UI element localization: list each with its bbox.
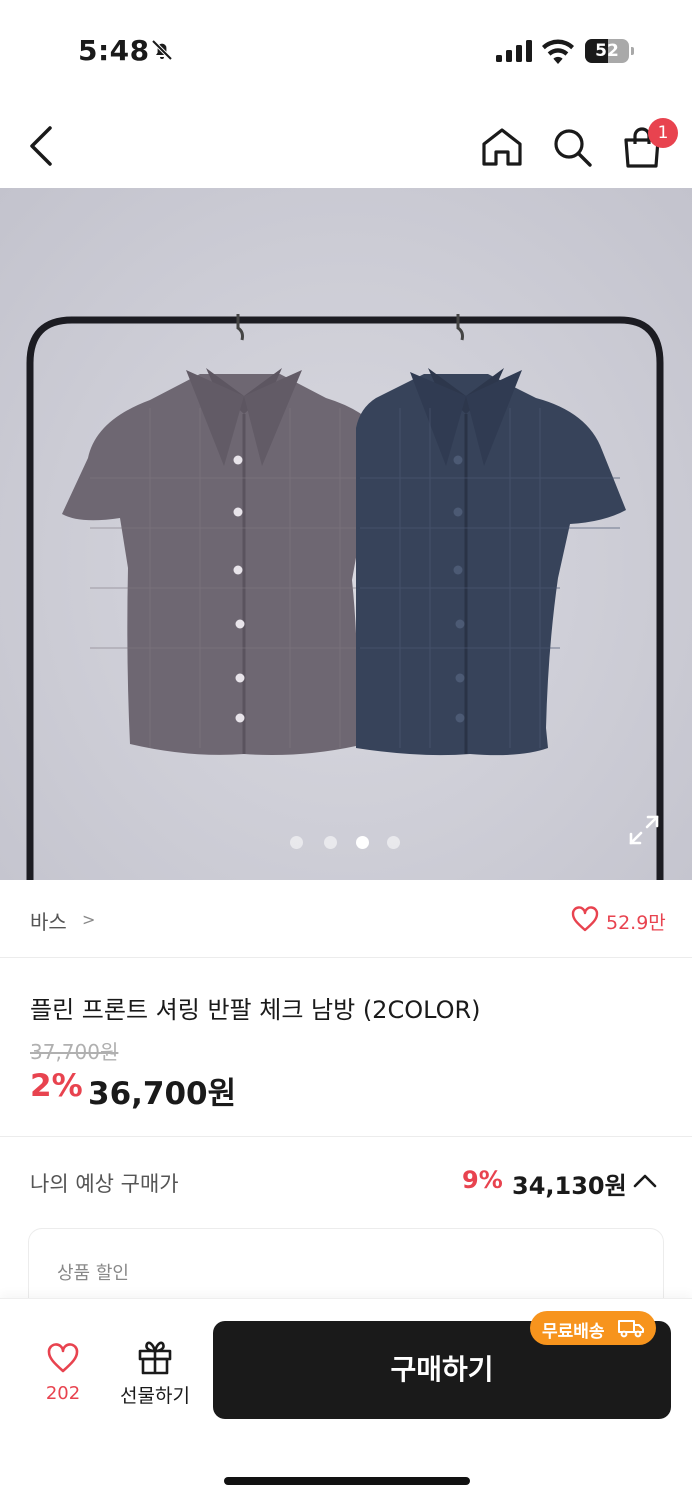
gift-button-label[interactable]: 선물하기	[112, 1381, 198, 1408]
product-title: 플린 프론트 셔링 반팔 체크 남방 (2COLOR)	[30, 996, 481, 1024]
status-time: 5:48	[78, 34, 150, 67]
pager-dot[interactable]	[387, 836, 400, 849]
home-icon[interactable]	[480, 126, 524, 168]
sale-price: 36,700원	[88, 1076, 237, 1112]
heart-icon[interactable]	[571, 906, 599, 932]
search-icon[interactable]	[550, 126, 594, 168]
battery-percent: 52	[595, 41, 619, 61]
home-indicator	[224, 1477, 470, 1485]
brand-row: 바스 > 52.9만	[0, 880, 692, 958]
discount-rate: 2%	[30, 1068, 83, 1104]
chevron-up-icon[interactable]	[632, 1170, 658, 1192]
wishlist-count: 202	[45, 1383, 81, 1404]
carousel-pager	[290, 836, 410, 850]
chevron-right-icon: >	[82, 910, 96, 929]
signal-icon	[496, 40, 532, 62]
brand-link[interactable]: 바스	[30, 906, 67, 935]
free-shipping-badge: 무료배송	[530, 1311, 656, 1345]
discount-card-title: 상품 할인	[57, 1263, 129, 1284]
pager-dot[interactable]	[290, 836, 303, 849]
bell-off-icon	[151, 39, 173, 61]
original-price: 37,700원	[30, 1040, 119, 1064]
brand-like-count: 52.9만	[606, 912, 666, 934]
divider	[0, 1136, 692, 1137]
wishlist-heart-icon[interactable]	[47, 1343, 79, 1373]
product-photo	[26, 314, 664, 880]
expand-icon[interactable]	[628, 814, 660, 846]
bottom-action-bar: 202 선물하기 구매하기 무료배송	[0, 1298, 692, 1500]
product-image-carousel[interactable]	[0, 188, 692, 880]
expected-price-label: 나의 예상 구매가	[30, 1172, 179, 1196]
free-shipping-label: 무료배송	[542, 1322, 605, 1342]
expected-price: 34,130원	[512, 1172, 627, 1200]
pager-dot[interactable]	[324, 836, 337, 849]
back-icon[interactable]	[22, 124, 62, 168]
gift-icon[interactable]	[137, 1339, 173, 1375]
battery-icon: 52	[585, 39, 635, 63]
truck-icon	[618, 1320, 644, 1338]
cart-count-badge: 1	[648, 118, 678, 148]
wifi-icon	[542, 39, 574, 64]
top-nav-bar: 1	[0, 100, 692, 190]
navy-shirt	[356, 368, 626, 756]
status-bar: 5:48 52	[0, 0, 692, 100]
pager-dot-active[interactable]	[356, 836, 369, 849]
expected-discount-rate: 9%	[462, 1166, 503, 1194]
